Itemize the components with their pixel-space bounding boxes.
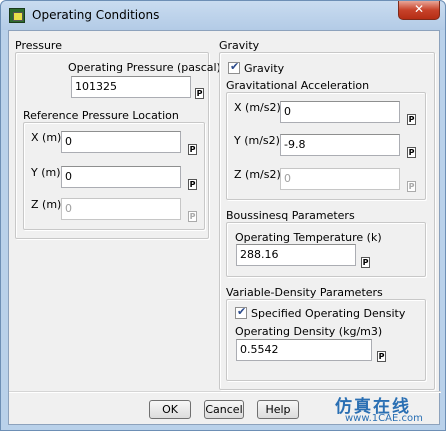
watermark-url-text: www.1CAE.com <box>345 413 423 424</box>
ref-z-param-button[interactable]: P <box>188 211 197 222</box>
ref-y-input[interactable]: 0 <box>61 166 181 188</box>
gravity-y-label: Y (m/s2) <box>234 134 280 147</box>
gravity-z-label: Z (m/s2) <box>234 168 281 181</box>
operating-pressure-input[interactable]: 101325 <box>71 76 191 98</box>
operating-density-input[interactable]: 0.5542 <box>236 339 372 361</box>
dialog-body: Pressure Operating Pressure (pascal) 101… <box>8 30 441 425</box>
boussinesq-label: Boussinesq Parameters <box>226 209 355 222</box>
help-button[interactable]: Help <box>257 400 299 419</box>
variable-density-label: Variable-Density Parameters <box>226 286 383 299</box>
operating-density-param-button[interactable]: P <box>377 351 386 362</box>
cancel-button[interactable]: Cancel <box>204 400 244 419</box>
specified-density-checkbox[interactable] <box>235 305 247 319</box>
pressure-group-label: Pressure <box>15 39 62 52</box>
ref-z-label: Z (m) <box>31 198 62 211</box>
reference-location-label: Reference Pressure Location <box>23 109 179 122</box>
gravity-z-param-button[interactable]: P <box>407 181 416 192</box>
ref-x-label: X (m) <box>31 131 62 144</box>
title-bar[interactable]: Operating Conditions ✕ <box>1 1 445 30</box>
ref-z-input[interactable]: 0 <box>61 198 181 220</box>
ref-x-param-button[interactable]: P <box>188 144 197 155</box>
ref-y-param-button[interactable]: P <box>188 179 197 190</box>
operating-temperature-label: Operating Temperature (k) <box>235 231 382 244</box>
gravity-y-param-button[interactable]: P <box>407 147 416 158</box>
operating-pressure-param-button[interactable]: P <box>195 88 204 99</box>
dialog-window: Operating Conditions ✕ Pressure Operatin… <box>0 0 446 431</box>
operating-temperature-input[interactable]: 288.16 <box>236 244 356 266</box>
close-button[interactable]: ✕ <box>398 1 440 20</box>
window-title: Operating Conditions <box>32 8 160 22</box>
operating-pressure-label: Operating Pressure (pascal) <box>68 61 221 74</box>
ok-button[interactable]: OK <box>149 400 191 419</box>
operating-temperature-param-button[interactable]: P <box>361 257 370 268</box>
gravity-checkbox[interactable] <box>228 60 240 74</box>
operating-density-label: Operating Density (kg/m3) <box>235 325 383 338</box>
gravity-z-input[interactable]: 0 <box>280 168 400 190</box>
gravity-x-label: X (m/s2) <box>234 101 281 114</box>
gravity-y-input[interactable]: -9.8 <box>280 134 400 156</box>
app-icon <box>9 8 25 23</box>
gravity-x-input[interactable]: 0 <box>280 101 400 123</box>
ref-y-label: Y (m) <box>31 166 61 179</box>
specified-density-checkbox-label: Specified Operating Density <box>251 307 406 320</box>
gravity-group-label: Gravity <box>219 39 260 52</box>
ref-x-input[interactable]: 0 <box>61 131 181 153</box>
gravity-x-param-button[interactable]: P <box>407 114 416 125</box>
gravity-checkbox-label: Gravity <box>244 62 285 75</box>
gravitational-acceleration-label: Gravitational Acceleration <box>226 79 370 92</box>
